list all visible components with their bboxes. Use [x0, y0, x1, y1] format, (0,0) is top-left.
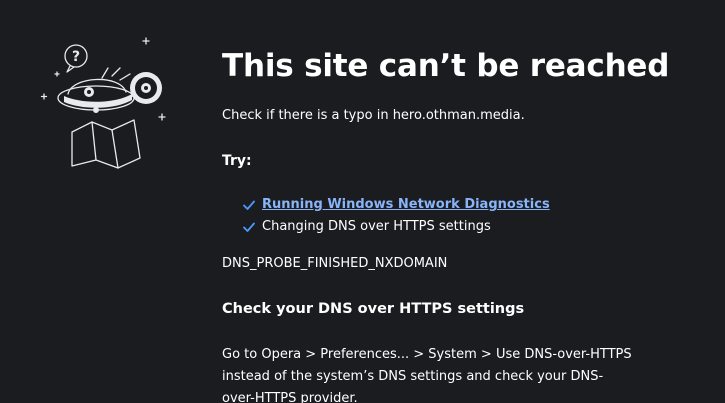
error-code: DNS_PROBE_FINISHED_NXDOMAIN: [222, 256, 448, 271]
check-icon: [243, 222, 255, 232]
suggestion-item: Changing DNS over HTTPS settings: [242, 216, 692, 238]
dns-settings-description: Go to Opera > Preferences... > System > …: [222, 347, 632, 403]
page-title: This site can’t be reached: [222, 48, 670, 84]
suggestion-item: Running Windows Network Diagnostics: [242, 194, 692, 216]
svg-text:?: ?: [72, 49, 80, 65]
suggestion-label: Changing DNS over HTTPS settings: [262, 219, 491, 234]
lost-explorer-illustration: ?: [40, 37, 166, 169]
error-page: ? This site can’t be reached Check if th…: [0, 0, 725, 403]
error-content: This site can’t be reached Check if ther…: [222, 46, 692, 403]
error-subtitle: Check if there is a typo in hero.othman.…: [222, 108, 525, 123]
try-heading: Try:: [222, 153, 252, 169]
suggestion-list: Running Windows Network Diagnostics Chan…: [242, 194, 692, 238]
check-icon: [243, 200, 255, 210]
dns-settings-heading: Check your DNS over HTTPS settings: [222, 301, 525, 317]
network-diagnostics-link[interactable]: Running Windows Network Diagnostics: [262, 194, 550, 216]
